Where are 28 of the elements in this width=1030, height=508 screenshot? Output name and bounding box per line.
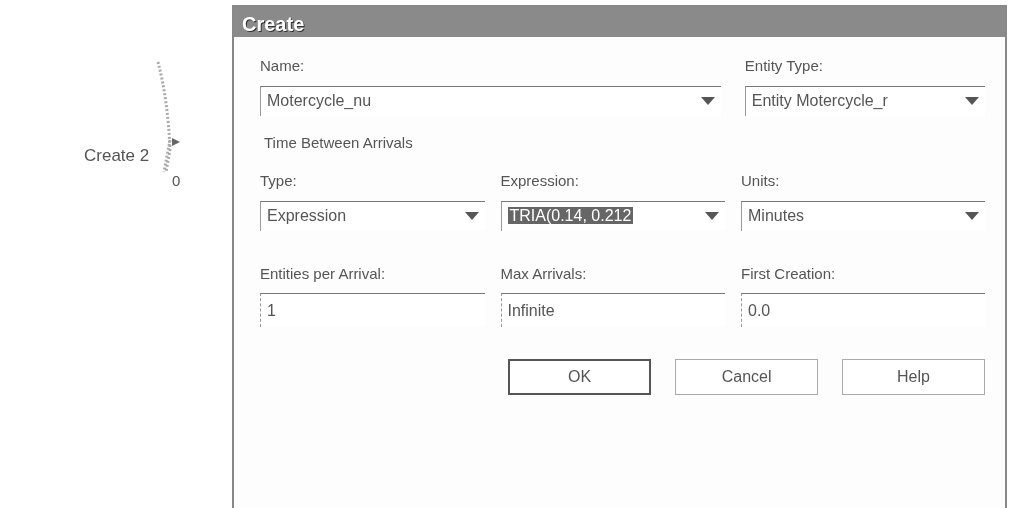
entity-counter: 0 (172, 171, 181, 191)
dropdown-field[interactable]: Entity Motercycle_r (744, 85, 985, 116)
caret-icon (464, 212, 479, 220)
dropdown-field[interactable]: Minutes (741, 200, 985, 231)
field-label: Max Arrivals: (500, 263, 588, 284)
field-label: First Creation: (741, 263, 837, 284)
field-label: Entity Type: (744, 56, 824, 76)
dialog-button[interactable]: Cancel (675, 359, 819, 395)
dialog-button[interactable]: OK (508, 359, 652, 395)
dropdown-field[interactable]: Motercycle_nu (260, 85, 721, 116)
dialog-button[interactable]: Help (842, 359, 985, 395)
module-label: Create 2 (84, 145, 150, 167)
group-label: Time Between Arrivals (264, 132, 414, 153)
field-label: Units: (741, 171, 781, 191)
caret-icon (965, 97, 979, 105)
dropdown-field[interactable]: TRIA(0.14, 0.212 (500, 200, 725, 231)
caret-icon (700, 97, 715, 105)
caret-icon (705, 212, 719, 220)
field-label: Entities per Arrival: (260, 263, 387, 284)
caret-icon (965, 212, 979, 220)
field-label: Name: (260, 56, 306, 76)
field-label: Expression: (500, 171, 580, 191)
input-field[interactable]: 1 (260, 293, 485, 327)
input-field[interactable]: 0.0 (741, 293, 985, 327)
field-label: Type: (260, 171, 298, 191)
input-field[interactable]: Infinite (500, 293, 725, 327)
window-title: Create (234, 7, 1005, 37)
dropdown-field[interactable]: Expression (260, 200, 485, 231)
